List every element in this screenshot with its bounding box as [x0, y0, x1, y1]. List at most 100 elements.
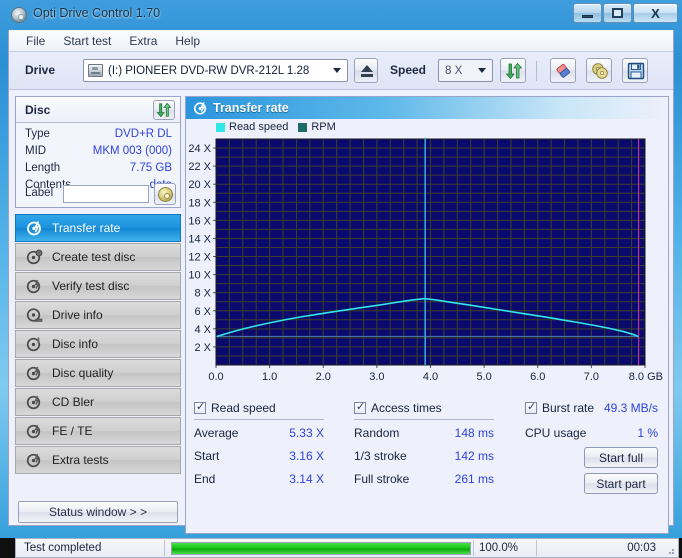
extra-tests-icon: [26, 452, 43, 469]
disc-key-label: Label: [25, 187, 54, 199]
sidebar-label-drive-info: Drive info: [52, 308, 103, 322]
minimize-button[interactable]: [573, 3, 602, 23]
access-times-checkbox-row[interactable]: Access times: [354, 400, 442, 415]
sidebar-label-fe-te: FE / TE: [52, 424, 93, 438]
sidebar-item-drive-info[interactable]: Drive info: [15, 301, 181, 329]
progress-bar: [171, 542, 471, 555]
toolbar-separator: [536, 61, 537, 81]
svg-text:18 X: 18 X: [188, 197, 211, 209]
sidebar-label-disc-quality: Disc quality: [52, 366, 114, 380]
drive-select[interactable]: (I:) PIONEER DVD-RW DVR-212L 1.28: [83, 59, 348, 82]
status-window-button-label: Status window > >: [48, 505, 148, 519]
close-icon: X: [651, 5, 660, 21]
sidebar-nav: Transfer rate Create test disc Verify te…: [15, 214, 181, 475]
disc-label-input[interactable]: [63, 185, 149, 203]
disc-label-read-button[interactable]: [154, 183, 176, 205]
sidebar-label-disc-info: Disc info: [52, 337, 99, 351]
svg-text:6.0: 6.0: [530, 371, 545, 383]
status-bar: Test completed 100.0% 00:03: [15, 538, 679, 558]
burst-rate-checkbox-row[interactable]: Burst rate: [525, 400, 594, 415]
sidebar-item-cd-bler[interactable]: CD Bler: [15, 388, 181, 416]
sidebar-label-verify-test-disc: Verify test disc: [52, 279, 130, 293]
disc-row-mid: MID MKM 003 (000): [16, 145, 180, 161]
app-window: Opti Drive Control 1.70 X File Start tes…: [0, 0, 682, 558]
read-speed-key-average: Average: [194, 426, 239, 440]
start-part-button[interactable]: Start part: [584, 473, 658, 494]
status-separator-2: [473, 540, 474, 556]
sidebar-item-disc-quality[interactable]: Disc quality: [15, 359, 181, 387]
drive-device-icon: [88, 64, 103, 77]
speed-select[interactable]: 8 X: [438, 59, 493, 82]
drive-select-value: (I:) PIONEER DVD-RW DVR-212L 1.28: [108, 64, 310, 77]
start-full-button[interactable]: Start full: [584, 447, 658, 468]
speed-select-value: 8 X: [445, 64, 463, 77]
sidebar-label-create-test-disc: Create test disc: [52, 250, 136, 264]
chevron-down-icon: [333, 68, 341, 73]
cpu-usage-key: CPU usage: [525, 426, 587, 440]
minimize-icon: [582, 14, 593, 18]
start-part-button-label: Start part: [596, 476, 646, 491]
svg-text:16 X: 16 X: [188, 215, 211, 227]
gold-disc-icon: [592, 63, 608, 79]
menu-bar: File Start test Extra Help: [9, 30, 673, 52]
read-speed-checkbox-row[interactable]: Read speed: [194, 400, 276, 415]
eject-icon: [361, 65, 373, 72]
erase-disc-button[interactable]: [550, 58, 576, 83]
svg-text:8 X: 8 X: [194, 288, 211, 300]
disc-refresh-button[interactable]: [153, 100, 175, 120]
disc-tools-button[interactable]: [586, 58, 612, 83]
status-separator-3: [536, 540, 537, 556]
menu-item-help[interactable]: Help: [166, 32, 209, 50]
svg-text:8.0 GB: 8.0 GB: [629, 371, 663, 383]
drive-label: Drive: [25, 63, 56, 77]
close-button[interactable]: X: [633, 3, 678, 23]
burst-rate-checkbox[interactable]: [525, 400, 537, 414]
svg-text:1.0: 1.0: [262, 371, 277, 383]
sidebar-item-transfer-rate[interactable]: Transfer rate: [15, 214, 181, 242]
window-controls: X: [572, 3, 678, 23]
svg-text:6 X: 6 X: [194, 306, 211, 318]
cpu-usage-value: 1 %: [637, 426, 658, 440]
disc-value-type: DVD+R DL: [114, 128, 172, 140]
sidebar-item-extra-tests[interactable]: Extra tests: [15, 446, 181, 474]
transfer-rate-icon: [26, 220, 43, 237]
access-times-value-third-stroke: 142 ms: [454, 449, 494, 463]
svg-text:10 X: 10 X: [188, 270, 211, 282]
refresh-icon: [505, 62, 523, 80]
window-title: Opti Drive Control 1.70: [33, 6, 161, 20]
chart-panel: Transfer rate Read speed RPM 2 X4 X6 X8 …: [185, 96, 669, 534]
sidebar-item-disc-info[interactable]: Disc info: [15, 330, 181, 358]
verify-test-disc-icon: [26, 278, 43, 295]
sidebar-item-verify-test-disc[interactable]: Verify test disc: [15, 272, 181, 300]
disc-info-box: Disc Type DVD+R DL MID MKM 003 (000) Len…: [15, 96, 181, 208]
menu-item-extra[interactable]: Extra: [120, 32, 166, 50]
start-full-button-label: Start full: [598, 450, 643, 465]
sidebar-item-fe-te[interactable]: FE / TE: [15, 417, 181, 445]
drive-info-icon: [26, 307, 43, 324]
read-speed-key-start: Start: [194, 449, 220, 463]
read-speed-checkbox[interactable]: [194, 400, 206, 414]
disc-key-mid: MID: [25, 145, 47, 157]
status-window-button[interactable]: Status window > >: [18, 501, 178, 523]
read-speed-checkbox-label: Read speed: [211, 401, 276, 415]
sidebar-label-transfer-rate: Transfer rate: [52, 221, 121, 235]
disc-box-header: Disc: [16, 97, 180, 123]
eject-icon-bar: [361, 74, 373, 77]
eject-button[interactable]: [354, 58, 378, 83]
disc-row-type: Type DVD+R DL: [16, 128, 180, 144]
status-window-area: Status window > >: [15, 501, 181, 525]
disc-info-icon: [26, 336, 43, 353]
resize-grip[interactable]: [665, 545, 675, 555]
save-button[interactable]: [622, 58, 648, 83]
menu-item-start-test[interactable]: Start test: [54, 32, 120, 50]
chart-plot-area[interactable]: 2 X 4 X 6 X 8 X 10 X 12 X 14 X 16 X 18 X 20 X 22 X…: [186, 97, 668, 397]
access-times-key-random: Random: [354, 426, 400, 440]
menu-item-file[interactable]: File: [17, 32, 54, 50]
maximize-button[interactable]: [603, 3, 632, 23]
svg-text:22 X: 22 X: [188, 161, 211, 173]
sidebar-item-create-test-disc[interactable]: Create test disc: [15, 243, 181, 271]
status-separator-1: [164, 540, 165, 556]
speed-label: Speed: [390, 63, 427, 77]
access-times-checkbox[interactable]: [354, 400, 366, 414]
refresh-button[interactable]: [500, 58, 526, 83]
